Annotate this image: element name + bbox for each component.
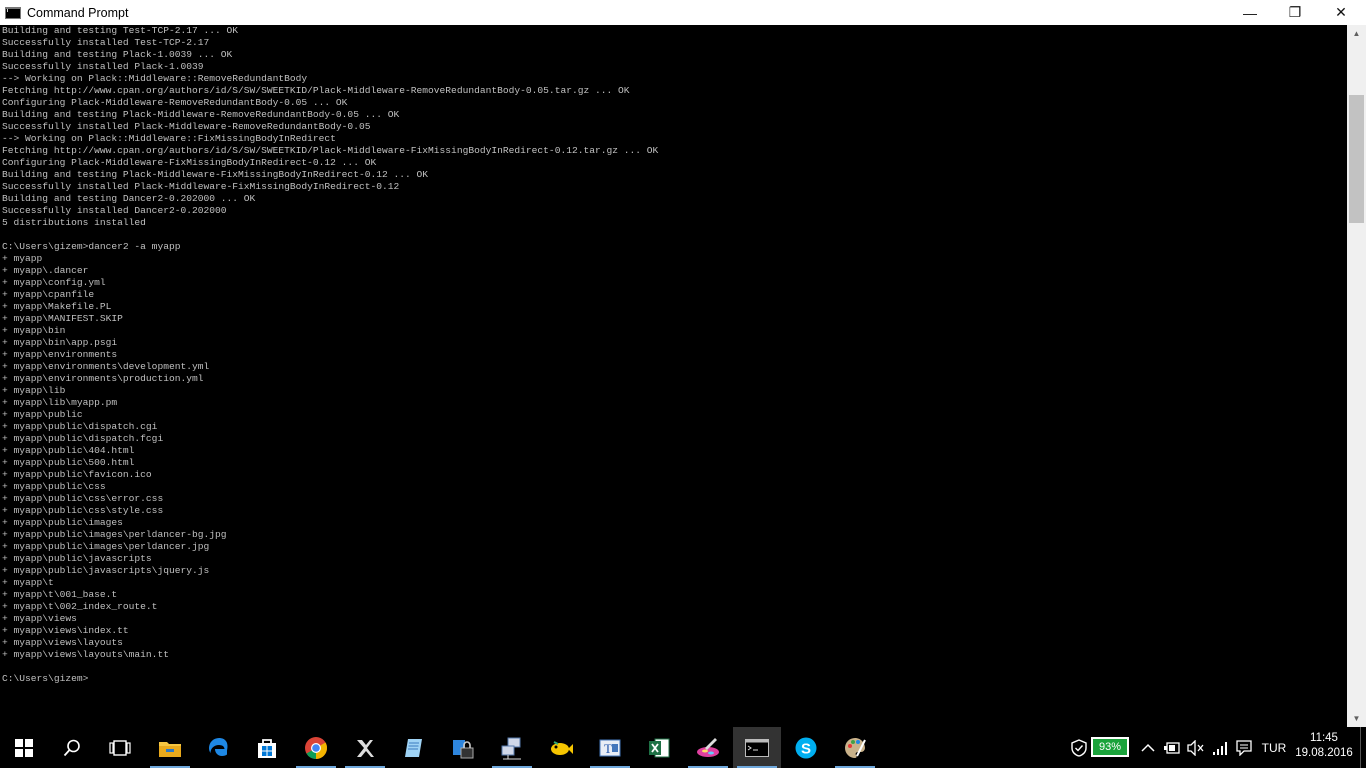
store-icon [258,738,276,758]
volume-tray-button[interactable] [1184,727,1208,768]
search-icon [63,739,80,756]
windows-logo-icon [15,738,33,757]
skype-icon: S [795,737,817,758]
typing-icon: T [599,739,621,756]
taskbar: T S 93% TUR 11:45 19.08.2016 [0,727,1366,768]
scroll-thumb[interactable] [1349,95,1364,223]
vertical-scrollbar[interactable]: ▲ ▼ [1347,25,1366,727]
show-desktop-button[interactable] [1360,727,1366,768]
scroll-down-button[interactable]: ▼ [1347,710,1366,727]
scroll-down-icon: ▼ [1352,714,1361,723]
language-label: TUR [1261,740,1287,755]
battery-indicator[interactable]: 93% [1091,737,1129,757]
notepad-icon [405,738,422,757]
clock-button[interactable]: 11:45 19.08.2016 [1295,731,1353,761]
console-text: Building and testing Test-TCP-2.17 ... O… [2,25,659,684]
chevron-up-icon [1141,743,1155,752]
maximize-button[interactable]: ❐ [1272,0,1318,25]
network-computer-icon [501,737,521,759]
excel-button[interactable] [635,727,683,768]
folder-icon [159,741,181,757]
task-view-button[interactable] [96,727,144,768]
minimize-icon: — [1243,4,1257,21]
lock-icon [453,739,474,758]
excel-icon [649,738,670,757]
cmd-icon [745,738,769,757]
minimize-button[interactable]: — [1227,0,1273,25]
command-prompt-button[interactable] [733,727,781,768]
edge-icon [209,737,228,756]
action-center-button[interactable] [1233,727,1255,768]
search-button[interactable] [48,727,96,768]
window-title: Command Prompt [27,5,129,20]
scroll-up-button[interactable]: ▲ [1347,25,1366,42]
restore-icon: ❐ [1288,4,1302,20]
svg-text:T: T [604,741,612,756]
title-bar[interactable]: Command Prompt — ❐ ✕ [0,0,1366,25]
notification-icon [1236,739,1252,756]
file-explorer-button[interactable] [146,727,194,768]
input-language-button[interactable]: TUR [1257,727,1291,768]
close-icon: ✕ [1335,4,1347,20]
xampp-icon [357,739,374,757]
notepad-button[interactable] [390,727,438,768]
show-hidden-icons-button[interactable] [1137,727,1159,768]
skype-button[interactable]: S [782,727,830,768]
power-tray-button[interactable] [1160,727,1184,768]
network-tray-button[interactable] [1209,727,1233,768]
power-plug-icon [1164,741,1180,754]
paint-button[interactable] [684,727,732,768]
scroll-up-icon: ▲ [1352,29,1361,38]
network-app-button[interactable] [488,727,536,768]
wifi-icon [1213,741,1227,755]
typing-app-button[interactable]: T [586,727,634,768]
console-output[interactable]: Building and testing Test-TCP-2.17 ... O… [2,25,1346,727]
svg-text:S: S [801,740,811,757]
security-app-button[interactable] [439,727,487,768]
volume-muted-icon [1187,739,1204,756]
palette-app-button[interactable] [831,727,879,768]
defender-tray-button[interactable] [1068,727,1090,768]
chrome-button[interactable] [292,727,340,768]
battery-percent: 93% [1098,741,1122,753]
shield-icon [1071,738,1087,757]
paint-icon [697,737,719,757]
clock-date: 19.08.2016 [1295,747,1353,759]
palette-icon [845,737,866,758]
chrome-icon [305,736,327,759]
edge-button[interactable] [195,727,243,768]
clock-time: 11:45 [1310,732,1338,744]
task-view-icon [109,739,131,756]
cmd-app-icon[interactable] [5,6,21,19]
game-app-button[interactable] [537,727,585,768]
xampp-button[interactable] [341,727,389,768]
close-button[interactable]: ✕ [1318,0,1364,25]
store-button[interactable] [243,727,291,768]
fish-icon [551,740,573,755]
start-button[interactable] [0,727,48,768]
